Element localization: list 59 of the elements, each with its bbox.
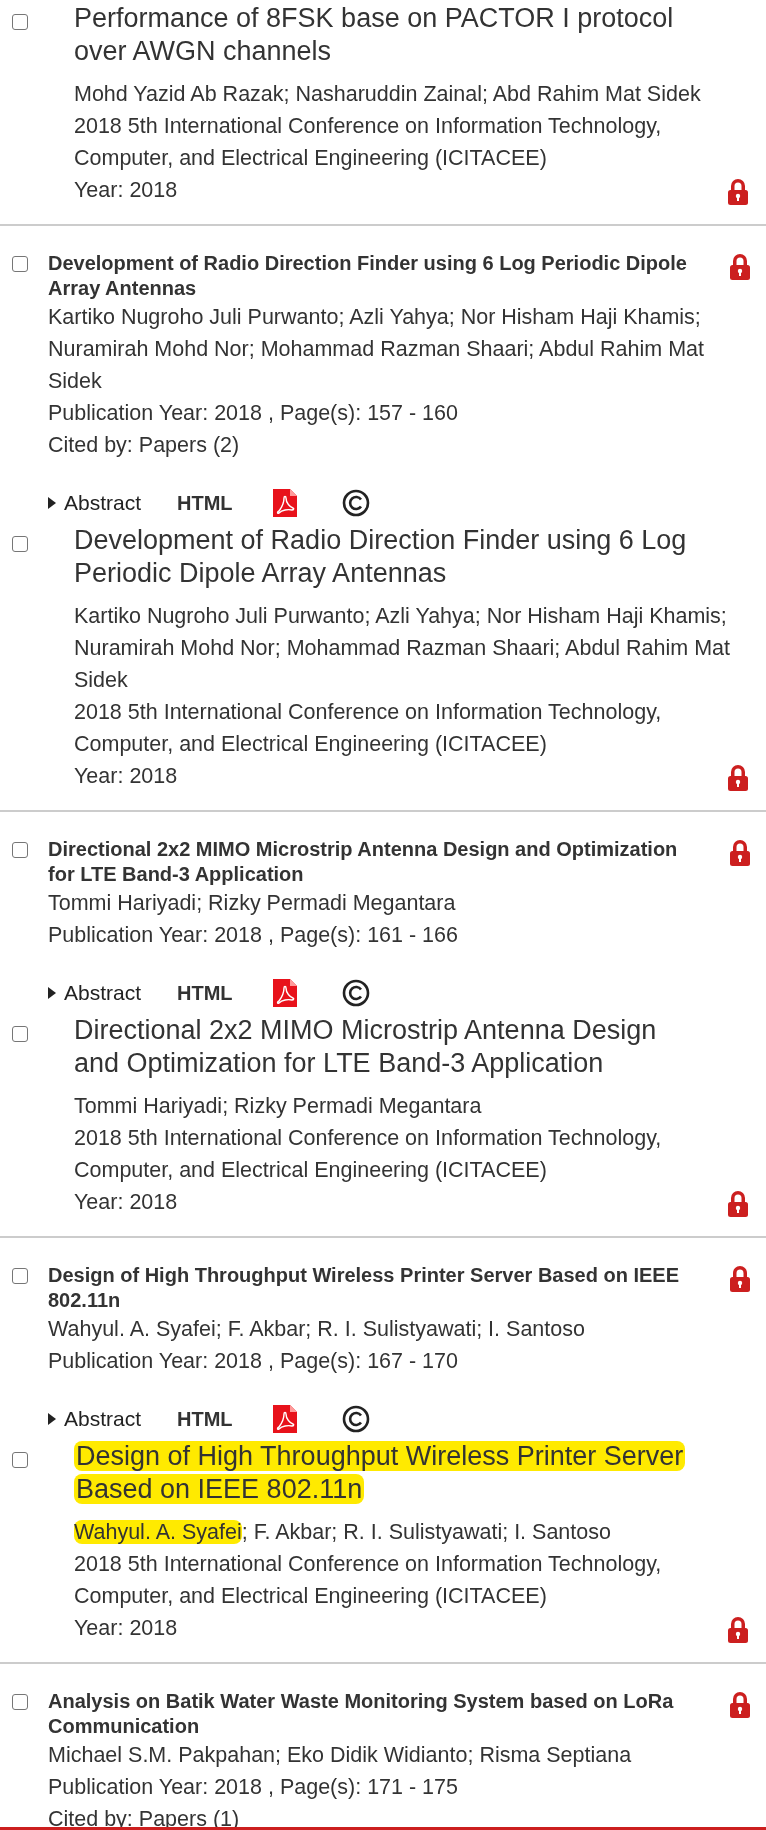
- abstract-toggle[interactable]: Abstract: [48, 1407, 142, 1431]
- conference-name: 2018 5th International Conference on Information Technology, Computer, and Electrical Engineering (ICITACEE): [74, 1125, 663, 1184]
- lock-icon: [728, 253, 752, 281]
- checkbox[interactable]: [12, 842, 28, 858]
- result-title[interactable]: Development of Radio Direction Finder using 6 Log Periodic Dipole Array Antennas: [48, 251, 728, 301]
- copyright-icon[interactable]: [341, 489, 370, 517]
- conference-name: 2018 5th International Conference on Information Technology, Computer, and Electrical Engineering (ICITACEE): [74, 1551, 663, 1610]
- checkbox[interactable]: [12, 1452, 28, 1468]
- lock-icon: [728, 1691, 752, 1719]
- result-title[interactable]: Directional 2x2 MIMO Microstrip Antenna Design and Optimization for LTE Band-3 Application: [48, 837, 728, 887]
- checkbox[interactable]: [12, 1694, 28, 1710]
- abstract-toggle[interactable]: Abstract: [48, 491, 142, 515]
- html-link[interactable]: HTML: [177, 1407, 233, 1431]
- citation-count[interactable]: Cited by: Papers (2): [48, 429, 728, 461]
- publication-info: Publication Year: 2018 , Page(s): 167 - 170: [48, 1348, 459, 1375]
- conference-name: 2018 5th International Conference on Information Technology, Computer, and Electrical Engineering (ICITACEE): [74, 113, 663, 172]
- result-title[interactable]: Analysis on Batik Water Waste Monitoring System based on LoRa Communication: [48, 1689, 728, 1739]
- lock-icon: [726, 1190, 750, 1218]
- publication-year: Year: 2018: [74, 1189, 178, 1216]
- publication-info: Publication Year: 2018 , Page(s): 157 - 160: [48, 400, 459, 427]
- publication-year: Year: 2018: [74, 1615, 178, 1642]
- publication-year: Year: 2018: [74, 177, 178, 204]
- caret-icon: [48, 987, 56, 999]
- author-list: Tommi Hariyadi; Rizky Permadi Megantara: [48, 887, 728, 919]
- checkbox[interactable]: [12, 256, 28, 272]
- author-list: Kartiko Nugroho Juli Purwanto; Azli Yahya; Nor Hisham Haji Khamis; Nuramirah Mohd Nor; Mohammad Razman Shaari; Abdul Rahim Mat Sidek: [48, 301, 728, 397]
- citation-title[interactable]: Performance of 8FSK base on PACTOR I protocol over AWGN channels: [74, 2, 750, 68]
- result-title[interactable]: Design of High Throughput Wireless Printer Server Based on IEEE 802.11n: [48, 1263, 728, 1313]
- checkbox[interactable]: [12, 1026, 28, 1042]
- author-list: Michael S.M. Pakpahan; Eko Didik Widianto; Risma Septiana: [48, 1739, 728, 1771]
- publication-year: Year: 2018: [74, 763, 178, 790]
- pdf-icon[interactable]: [272, 489, 297, 517]
- conference-name: 2018 5th International Conference on Information Technology, Computer, and Electrical Engineering (ICITACEE): [74, 699, 663, 758]
- author-list: Kartiko Nugroho Juli Purwanto; Azli Yahya; Nor Hisham Haji Khamis; Nuramirah Mohd Nor; Mohammad Razman Shaari; Abdul Rahim Mat Sidek: [74, 600, 750, 696]
- copyright-icon[interactable]: [341, 1405, 370, 1433]
- publication-info: Publication Year: 2018 , Page(s): 161 - 166: [48, 922, 459, 949]
- checkbox[interactable]: [12, 14, 28, 30]
- citation-title[interactable]: Directional 2x2 MIMO Microstrip Antenna Design and Optimization for LTE Band-3 Application: [74, 1014, 750, 1080]
- pdf-icon[interactable]: [272, 1405, 297, 1433]
- lock-icon: [726, 178, 750, 206]
- caret-icon: [48, 1413, 56, 1425]
- author-list: Wahyul. A. Syafei; F. Akbar; R. I. Sulistyawati; I. Santoso: [74, 1516, 750, 1548]
- html-link[interactable]: HTML: [177, 491, 233, 515]
- author-list: Mohd Yazid Ab Razak; Nasharuddin Zainal; Abd Rahim Mat Sidek: [74, 78, 750, 110]
- author-list: Tommi Hariyadi; Rizky Permadi Megantara: [74, 1090, 750, 1122]
- checkbox[interactable]: [12, 536, 28, 552]
- html-link[interactable]: HTML: [177, 981, 233, 1005]
- author-list: Wahyul. A. Syafei; F. Akbar; R. I. Sulistyawati; I. Santoso: [48, 1313, 728, 1345]
- publication-info: Publication Year: 2018 , Page(s): 171 - 175: [48, 1774, 459, 1801]
- lock-icon: [726, 764, 750, 792]
- citation-title[interactable]: Development of Radio Direction Finder using 6 Log Periodic Dipole Array Antennas: [74, 524, 750, 590]
- lock-icon: [728, 839, 752, 867]
- caret-icon: [48, 497, 56, 509]
- lock-icon: [726, 1616, 750, 1644]
- pdf-icon[interactable]: [272, 979, 297, 1007]
- checkbox[interactable]: [12, 1268, 28, 1284]
- lock-icon: [728, 1265, 752, 1293]
- abstract-toggle[interactable]: Abstract: [48, 981, 142, 1005]
- copyright-icon[interactable]: [341, 979, 370, 1007]
